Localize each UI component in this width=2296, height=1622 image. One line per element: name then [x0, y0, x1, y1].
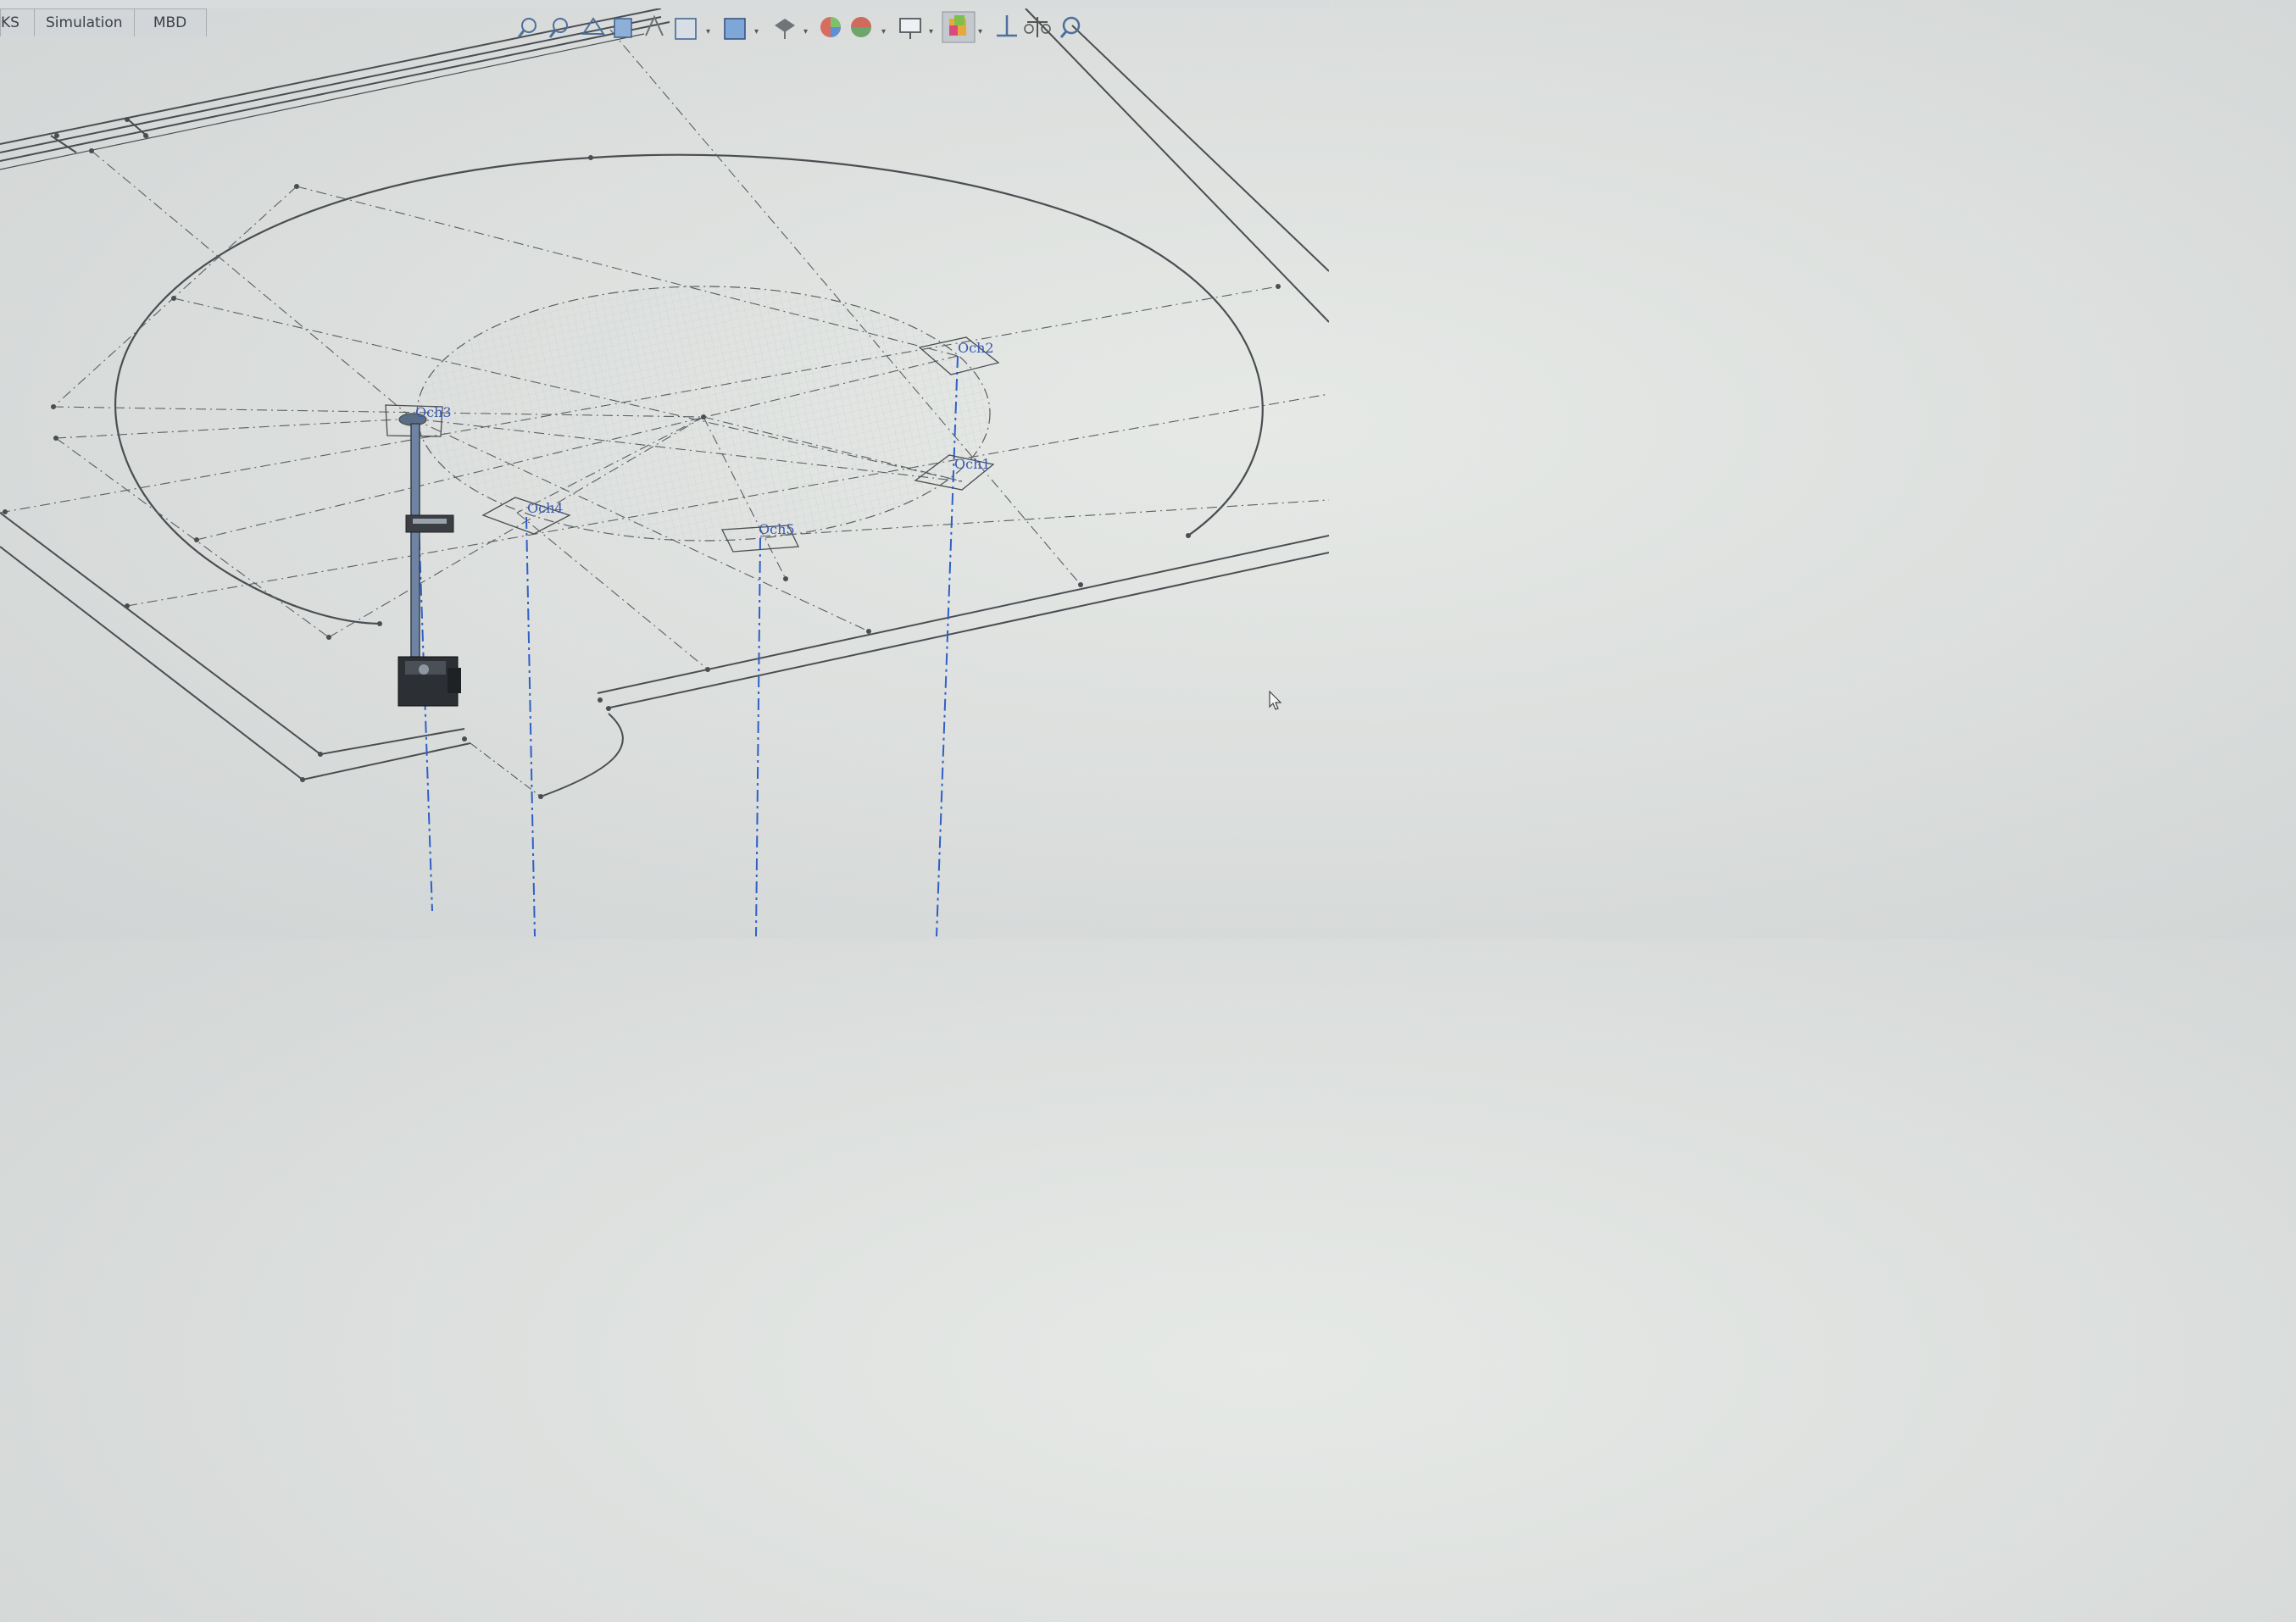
- label-och3: Осh3: [415, 404, 452, 420]
- chevron-down-icon[interactable]: ▾: [929, 27, 933, 36]
- edit-appearance-icon[interactable]: [820, 17, 841, 37]
- bottom-rails: [470, 535, 1329, 797]
- heads-up-toolbar: ▾ ▾ ▾ ▾ ▾ ▾: [517, 11, 1081, 43]
- section-view-icon[interactable]: [614, 18, 632, 38]
- chevron-down-icon[interactable]: ▾: [754, 27, 759, 36]
- render-tools-icon[interactable]: [942, 11, 976, 43]
- label-och1: Осh1: [954, 456, 991, 472]
- display-style-icon[interactable]: [724, 18, 746, 40]
- view-orientation-icon[interactable]: [675, 18, 697, 40]
- mouse-cursor-icon: [1269, 691, 1282, 710]
- view-settings-icon[interactable]: [899, 18, 921, 39]
- graphics-area[interactable]: Осh3 Осh2 Осh1 Осh4 Осh5 ▾ ▾ ▾ ▾ ▾ ▾: [0, 0, 1329, 939]
- chevron-down-icon[interactable]: ▾: [803, 27, 808, 36]
- chevron-down-icon[interactable]: ▾: [881, 27, 886, 36]
- top-band: [0, 0, 1329, 8]
- chevron-down-icon[interactable]: ▾: [978, 27, 982, 36]
- tab-mbd[interactable]: MBD: [133, 8, 207, 36]
- hide-show-items-icon[interactable]: [775, 19, 795, 39]
- label-och5: Осh5: [759, 521, 795, 537]
- reference-geometry-icon[interactable]: [997, 15, 1017, 37]
- right-rails: [1025, 8, 1329, 323]
- chevron-down-icon[interactable]: ▾: [706, 27, 710, 36]
- design-check-icon[interactable]: [1059, 16, 1081, 38]
- mass-properties-icon[interactable]: [1024, 17, 1051, 37]
- command-manager-tabs: KS Simulation MBD: [0, 8, 207, 37]
- tab-ks[interactable]: KS: [0, 8, 35, 36]
- apply-scene-icon[interactable]: [851, 17, 871, 37]
- left-rails: [0, 512, 471, 780]
- label-och2: Осh2: [958, 340, 994, 356]
- label-och4: Осh4: [527, 500, 564, 516]
- tab-simulation[interactable]: Simulation: [34, 8, 135, 36]
